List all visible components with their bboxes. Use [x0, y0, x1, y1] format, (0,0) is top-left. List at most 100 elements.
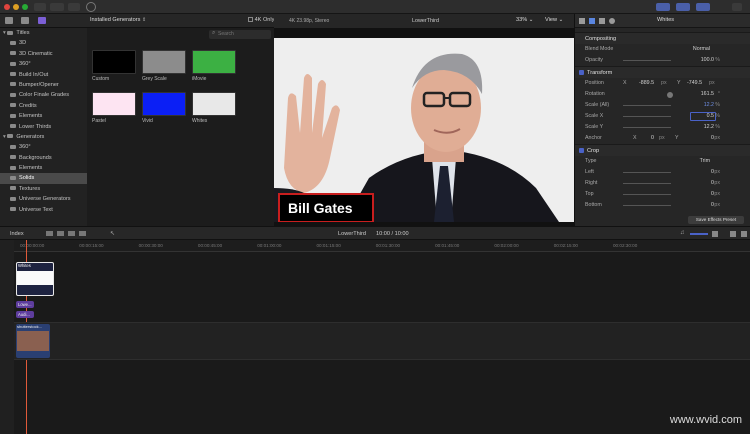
anchor-x-value[interactable]: 0: [651, 133, 654, 144]
activity-icon[interactable]: [86, 2, 96, 12]
crop-bottom-row[interactable]: Bottom 0 px: [575, 200, 750, 211]
minimize-window-button[interactable]: [13, 4, 19, 10]
4k-only-filter[interactable]: 4K Only: [248, 17, 274, 23]
sidebar-item[interactable]: Universe Text: [0, 205, 87, 215]
info-inspector-icon[interactable]: [609, 18, 615, 24]
connect-clip-icon[interactable]: [46, 231, 53, 236]
generator-thumbnail[interactable]: Pastel: [92, 92, 136, 124]
sidebar-item[interactable]: Credits: [0, 101, 87, 111]
titles-generators-icon[interactable]: [38, 17, 46, 24]
photos-icon[interactable]: [21, 17, 29, 24]
whites-generator-clip[interactable]: Whites: [16, 262, 54, 296]
crop-right-slider[interactable]: [623, 183, 671, 184]
import-button[interactable]: [34, 3, 46, 11]
timeline-tracks[interactable]: Whites Lowe... Audi... shutterstock...: [14, 240, 750, 434]
zoom-dropdown[interactable]: 33% ⌄: [516, 17, 533, 23]
scale-all-value[interactable]: 12.2: [704, 100, 714, 111]
sidebar-item[interactable]: Universe Generators: [0, 194, 87, 204]
crop-section[interactable]: Crop: [575, 144, 750, 156]
close-window-button[interactable]: [4, 4, 10, 10]
generator-thumbnail[interactable]: Custom: [92, 50, 136, 82]
sidebar-item[interactable]: Elements: [0, 111, 87, 121]
scale-x-value[interactable]: 0.5: [707, 111, 714, 122]
scale-all-row[interactable]: Scale (All) 12.2 %: [575, 100, 750, 111]
background-tasks-button[interactable]: [68, 3, 80, 11]
keywords-button[interactable]: [50, 3, 64, 11]
crop-left-slider[interactable]: [623, 172, 671, 173]
rotation-value[interactable]: 161.5: [701, 89, 714, 100]
view-browser-button[interactable]: [656, 3, 670, 11]
opacity-row[interactable]: Opacity 100.0 %: [575, 55, 750, 66]
generator-thumbnail[interactable]: Vivid: [142, 92, 186, 124]
opacity-slider[interactable]: [623, 60, 671, 61]
sidebar-item[interactable]: Backgrounds: [0, 153, 87, 163]
generator-thumbnail[interactable]: iMovie: [192, 50, 236, 82]
rotation-row[interactable]: Rotation 161.5 °: [575, 89, 750, 100]
sidebar-item[interactable]: ▾ Titles: [0, 28, 87, 38]
transform-section[interactable]: Transform: [575, 66, 750, 78]
sidebar-item[interactable]: Lower Thirds: [0, 122, 87, 132]
overwrite-clip-icon[interactable]: [79, 231, 86, 236]
insert-clip-icon[interactable]: [57, 231, 64, 236]
filter-inspector-icon[interactable]: [589, 18, 595, 24]
select-tool-icon[interactable]: ↖: [110, 230, 115, 237]
search-field[interactable]: ⌕ Search: [209, 30, 271, 39]
position-y-value[interactable]: -749.5: [687, 78, 702, 89]
append-clip-icon[interactable]: [68, 231, 75, 236]
video-clip[interactable]: shutterstock...: [16, 324, 50, 358]
timeline-ruler[interactable]: 00:00:00:00 00:00:15:00 00:00:30:00 00:00:4…: [14, 240, 750, 252]
generator-thumbnail[interactable]: Grey Scale: [142, 50, 186, 82]
sidebar-item[interactable]: Build In/Out: [0, 70, 87, 80]
view-dropdown[interactable]: View ⌄: [545, 17, 563, 23]
scale-y-slider[interactable]: [623, 127, 671, 128]
transform-checkbox[interactable]: [579, 70, 584, 76]
generator-thumbnail[interactable]: Whites: [192, 92, 236, 124]
sidebar-item[interactable]: 360°: [0, 59, 87, 69]
index-button[interactable]: Index: [10, 231, 24, 237]
libraries-icon[interactable]: [5, 17, 13, 24]
view-inspector-button[interactable]: [696, 3, 710, 11]
clip-appearance-icon[interactable]: [712, 231, 718, 237]
scale-x-slider[interactable]: [623, 116, 671, 117]
scale-y-value[interactable]: 12.2: [704, 122, 714, 133]
crop-checkbox[interactable]: [579, 148, 584, 154]
anchor-row[interactable]: Anchor X 0 px Y 0 px: [575, 133, 750, 144]
headphones-icon[interactable]: ♫: [680, 230, 685, 236]
save-effects-preset-button[interactable]: Save Effects Preset: [688, 216, 744, 224]
sidebar-item[interactable]: Elements: [0, 163, 87, 173]
opacity-value[interactable]: 100.0: [701, 55, 714, 66]
rotation-dial-icon[interactable]: [667, 92, 673, 98]
crop-type-value[interactable]: Trim: [700, 156, 710, 167]
sidebar-item[interactable]: Bumper/Opener: [0, 80, 87, 90]
lower-third-box[interactable]: Bill Gates: [278, 193, 374, 222]
crop-top-slider[interactable]: [623, 194, 671, 195]
lower-third-title-clip[interactable]: Lowe...: [16, 301, 34, 308]
position-row[interactable]: Position X -889.5 px Y -749.5 px: [575, 78, 750, 89]
sidebar-item[interactable]: 3D Cinematic: [0, 49, 87, 59]
sidebar-item[interactable]: Color Finale Grades: [0, 90, 87, 100]
effects-browser-icon[interactable]: [730, 231, 736, 237]
sidebar-item[interactable]: Solids: [0, 173, 87, 184]
scale-y-row[interactable]: Scale Y 12.2 %: [575, 122, 750, 133]
share-button[interactable]: [732, 3, 742, 11]
zoom-slider[interactable]: [690, 233, 708, 235]
audio-title-clip[interactable]: Audi...: [16, 311, 34, 318]
blend-mode-row[interactable]: Blend Mode Normal: [575, 44, 750, 55]
sidebar-item[interactable]: 3D: [0, 38, 87, 48]
sidebar-item[interactable]: ▾ Generators: [0, 132, 87, 142]
viewer-canvas[interactable]: Bill Gates: [274, 38, 574, 222]
video-inspector-icon[interactable]: [579, 18, 585, 24]
sidebar-item[interactable]: 360°: [0, 142, 87, 152]
installed-generators-dropdown[interactable]: Installed Generators ⇕: [90, 17, 146, 23]
color-inspector-icon[interactable]: [599, 18, 605, 24]
zoom-window-button[interactable]: [22, 4, 28, 10]
crop-bottom-slider[interactable]: [623, 205, 671, 206]
transitions-browser-icon[interactable]: [741, 231, 747, 237]
sidebar-item[interactable]: Textures: [0, 184, 87, 194]
crop-top-row[interactable]: Top 0 px: [575, 189, 750, 200]
crop-type-row[interactable]: Type Trim: [575, 156, 750, 167]
crop-right-row[interactable]: Right 0 px: [575, 178, 750, 189]
scale-x-row[interactable]: Scale X 0.5 %: [575, 111, 750, 122]
compositing-section[interactable]: Compositing: [575, 32, 750, 44]
crop-left-row[interactable]: Left 0 px: [575, 167, 750, 178]
